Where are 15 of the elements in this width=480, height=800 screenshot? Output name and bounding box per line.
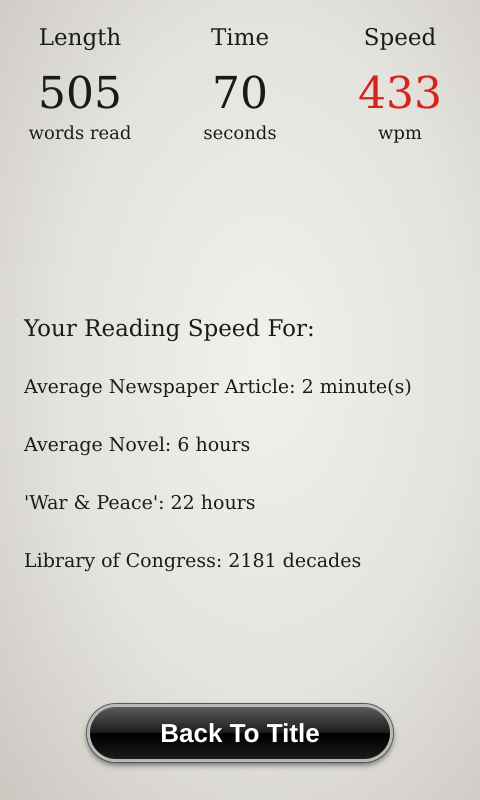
stat-label: Length	[38, 24, 122, 53]
estimate-text: 'War & Peace': 22 hours	[24, 491, 257, 516]
stat-value: 70	[212, 67, 268, 121]
stat-value: 505	[38, 67, 122, 121]
stat-label: Speed	[364, 24, 436, 53]
stat-unit: wpm	[378, 122, 422, 146]
estimate-text: Library of Congress: 2181 decades	[24, 549, 362, 574]
back-button[interactable]: Back To Title	[87, 704, 393, 762]
estimate-text: Average Newspaper Article: 2 minute(s)	[24, 375, 413, 400]
stat-label: Time	[210, 24, 270, 53]
section-heading: Your Reading Speed For:	[24, 315, 316, 344]
stat-unit: words read	[28, 122, 132, 146]
stat-unit: seconds	[203, 122, 277, 146]
estimate-text: Average Novel: 6 hours	[24, 433, 252, 458]
stat-value: 433	[358, 67, 442, 121]
